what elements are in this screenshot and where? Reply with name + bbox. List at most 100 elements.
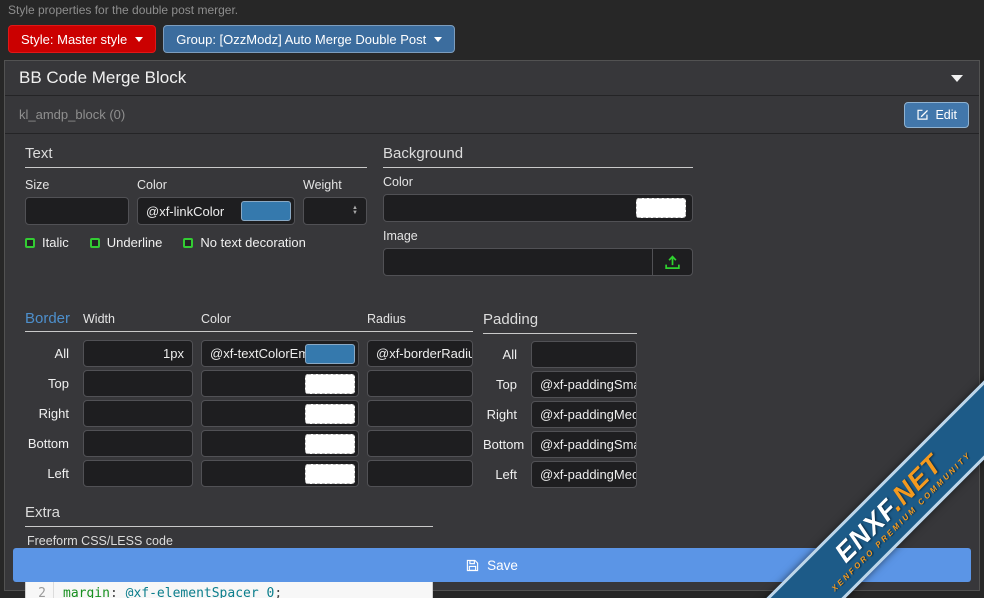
padding-all-input[interactable] [531,341,637,368]
background-color-label: Color [383,175,693,189]
padding-top-input[interactable]: @xf-paddingSmall [531,371,637,398]
style-selector-label: Style: Master style [21,32,127,47]
padding-row-label: Top [483,377,523,392]
property-name: kl_amdp_block (0) [19,107,125,122]
padding-left-value: @xf-paddingMedium [540,467,637,482]
style-property-panel: BB Code Merge Block kl_amdp_block (0) Ed… [4,60,980,591]
padding-rows: All Top @xf-paddingSmall Right @xf-paddi… [483,341,637,488]
text-section: Text Size Color @xf-linkColor [25,144,367,276]
padding-right-value: @xf-paddingMedium [540,407,637,422]
text-color-field: Color @xf-linkColor [137,175,295,225]
text-color-value: @xf-linkColor [138,204,241,219]
border-width-column-label: Width [83,312,193,326]
border-all-radius-input[interactable]: @xf-borderRadiusMedium [367,340,473,367]
panel-title: BB Code Merge Block [19,68,186,88]
edit-button-label: Edit [935,108,957,122]
border-right-radius-input[interactable] [367,400,473,427]
text-weight-select[interactable]: ▲▼ [303,197,367,225]
border-row-label: Right [25,406,75,421]
border-all-width-value: 1px [163,346,184,361]
color-label: Color [137,178,295,192]
edit-pencil-icon [916,108,929,121]
color-swatch[interactable] [305,404,355,424]
checkbox-icon [25,238,35,248]
group-selector-label: Group: [OzzModz] Auto Merge Double Post [176,32,426,47]
text-section-title: Text [25,144,367,168]
border-section: Border Width Color Radius All 1px @xf-te… [25,310,473,488]
css-property: margin [63,586,110,598]
padding-section-title: Padding [483,310,637,334]
border-all-width-input[interactable]: 1px [83,340,193,367]
border-color-column-label: Color [201,312,359,326]
code-text: margin: @xf-elementSpacer 0; [54,583,282,598]
border-top-radius-input[interactable] [367,370,473,397]
underline-checkbox[interactable]: Underline [90,235,163,250]
upload-image-button[interactable] [652,249,692,275]
panel-subheader: kl_amdp_block (0) Edit [5,96,979,134]
save-floppy-icon [466,559,479,572]
padding-section: Padding All Top @xf-paddingSmall Right @… [483,310,637,488]
border-top-color-input[interactable] [201,370,359,397]
page-description: Style properties for the double post mer… [0,0,984,17]
border-row-label: Left [25,466,75,481]
background-image-label: Image [383,229,693,243]
border-right-color-input[interactable] [201,400,359,427]
border-all-color-value: @xf-textColorEm [202,346,305,361]
line-number: 2 [26,583,54,598]
color-swatch[interactable] [636,198,686,218]
panel-header[interactable]: BB Code Merge Block [5,61,979,96]
border-bottom-width-input[interactable] [83,430,193,457]
no-text-decoration-label: No text decoration [200,235,306,250]
text-weight-field: Weight ▲▼ [303,175,367,225]
color-swatch[interactable] [305,434,355,454]
background-image-input[interactable] [383,248,693,276]
group-selector-button[interactable]: Group: [OzzModz] Auto Merge Double Post [163,25,455,53]
border-left-radius-input[interactable] [367,460,473,487]
border-section-header: Border Width Color Radius [25,310,473,332]
border-left-color-input[interactable] [201,460,359,487]
weight-label: Weight [303,178,367,192]
chevron-down-icon [135,37,143,42]
background-section: Background Color Image [383,144,693,276]
border-section-title[interactable]: Border [25,310,75,327]
code-line: 2 margin: @xf-elementSpacer 0; [26,583,432,598]
text-size-field: Size [25,175,129,225]
border-bottom-radius-input[interactable] [367,430,473,457]
css-value: @xf-elementSpacer 0 [126,586,275,598]
padding-top-value: @xf-paddingSmall [540,377,637,392]
border-bottom-color-input[interactable] [201,430,359,457]
padding-bottom-value: @xf-paddingSmall [540,437,637,452]
background-color-input[interactable] [383,194,693,222]
no-text-decoration-checkbox[interactable]: No text decoration [183,235,306,250]
italic-label: Italic [42,235,69,250]
padding-right-input[interactable]: @xf-paddingMedium [531,401,637,428]
border-right-width-input[interactable] [83,400,193,427]
panel-content: Text Size Color @xf-linkColor [5,134,979,598]
border-all-color-input[interactable]: @xf-textColorEm [201,340,359,367]
background-section-title: Background [383,144,693,168]
color-swatch[interactable] [241,201,291,221]
text-size-input[interactable] [25,197,129,225]
extra-section-title: Extra [25,503,433,527]
color-swatch[interactable] [305,374,355,394]
italic-checkbox[interactable]: Italic [25,235,69,250]
border-left-width-input[interactable] [83,460,193,487]
padding-row-label: All [483,347,523,362]
css-terminator: ; [274,586,282,598]
edit-button[interactable]: Edit [904,102,969,128]
border-top-width-input[interactable] [83,370,193,397]
chevron-down-icon[interactable] [951,75,963,82]
chevron-down-icon [434,37,442,42]
freeform-css-label: Freeform CSS/LESS code [27,534,433,548]
css-separator: : [110,586,126,598]
checkbox-icon [90,238,100,248]
upload-icon [664,255,681,270]
color-swatch[interactable] [305,344,355,364]
border-rows: All 1px @xf-textColorEm @xf-borderRadius… [25,340,473,487]
color-swatch[interactable] [305,464,355,484]
text-color-input[interactable]: @xf-linkColor [137,197,295,225]
style-selector-button[interactable]: Style: Master style [8,25,156,53]
padding-bottom-input[interactable]: @xf-paddingSmall [531,431,637,458]
underline-label: Underline [107,235,163,250]
padding-left-input[interactable]: @xf-paddingMedium [531,461,637,488]
